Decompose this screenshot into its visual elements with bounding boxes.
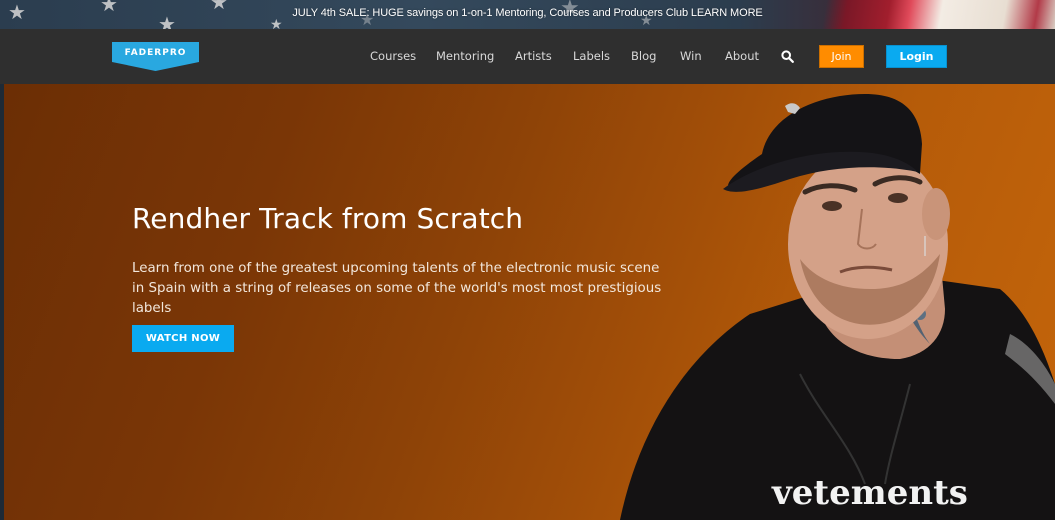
search-icon[interactable] [781,50,794,63]
nav-item-win[interactable]: Win [680,49,702,63]
nav-item-labels[interactable]: Labels [573,49,610,63]
nav-item-about[interactable]: About [725,49,759,63]
flag-star-icon: ★ [270,17,283,29]
login-button[interactable]: Login [886,45,947,68]
hero-edge [0,84,4,520]
promo-banner[interactable]: ★ ★ ★ ★ ★ ★ ★ ★ JULY 4th SALE: HUGE savi… [0,0,1055,29]
hero-title: Rendher Track from Scratch [132,202,524,235]
hero-section: Rendher Track from Scratch Learn from on… [0,84,1055,520]
main-navbar: FADERPRO Courses Mentoring Artists Label… [0,29,1055,84]
nav-item-mentoring[interactable]: Mentoring [436,49,494,63]
nav-item-artists[interactable]: Artists [515,49,552,63]
artist-photo: vetements [620,94,1055,520]
logo-text: FADERPRO [124,48,187,58]
hero-description: Learn from one of the greatest upcoming … [132,261,662,316]
shirt-text: vetements [771,473,968,513]
join-button[interactable]: Join [819,45,864,68]
fader-pro-logo[interactable]: FADERPRO [112,42,199,71]
watch-now-button[interactable]: WATCH NOW [132,325,234,352]
nav-item-courses[interactable]: Courses [370,49,416,63]
nav-item-blog[interactable]: Blog [631,49,656,63]
promo-text[interactable]: JULY 4th SALE: HUGE savings on 1-on-1 Me… [0,7,1055,19]
